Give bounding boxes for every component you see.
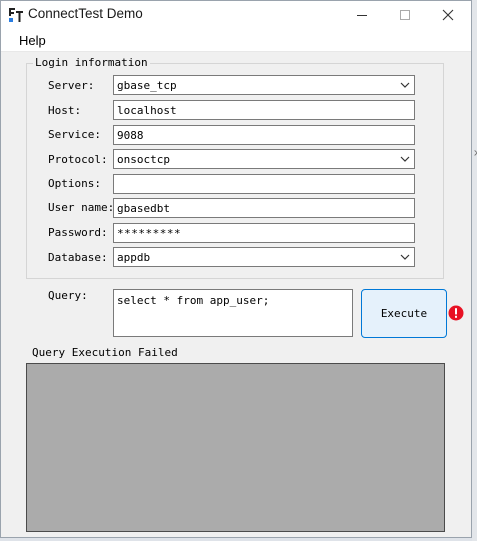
service-label: Service: (48, 128, 101, 141)
result-grid[interactable] (26, 363, 445, 532)
server-value: gbase_tcp (117, 79, 177, 92)
background-close-glyph: × (473, 148, 477, 159)
host-value: localhost (117, 104, 177, 117)
options-input[interactable] (113, 174, 415, 194)
menu-bar: Help (1, 29, 471, 52)
server-label: Server: (48, 79, 95, 92)
username-value: gbasedbt (117, 202, 170, 215)
app-window: ConnectTest Demo Help Login information … (0, 0, 472, 538)
execute-button[interactable]: Execute (361, 289, 447, 338)
protocol-combobox[interactable]: onsoctcp (113, 149, 415, 169)
chevron-down-icon (400, 82, 410, 88)
maximize-button[interactable] (384, 1, 426, 29)
maximize-icon (400, 10, 410, 20)
database-combobox[interactable]: appdb (113, 247, 415, 267)
chevron-down-icon (400, 156, 410, 162)
title-bar: ConnectTest Demo (1, 1, 471, 29)
host-input[interactable]: localhost (113, 100, 415, 120)
database-value: appdb (117, 251, 151, 264)
close-icon (442, 9, 454, 21)
protocol-label: Protocol: (48, 153, 108, 166)
username-input[interactable]: gbasedbt (113, 198, 415, 218)
execute-button-label: Execute (380, 307, 428, 320)
protocol-value: onsoctcp (117, 153, 170, 166)
chevron-down-icon (400, 254, 410, 260)
menu-help[interactable]: Help (19, 33, 46, 48)
close-button[interactable] (427, 1, 469, 29)
host-label: Host: (48, 104, 82, 117)
password-label: Password: (48, 226, 108, 239)
server-combobox[interactable]: gbase_tcp (113, 75, 415, 95)
window-title: ConnectTest Demo (28, 6, 143, 21)
query-text: select * from app_user; (117, 294, 270, 307)
password-input[interactable]: ********* (113, 223, 415, 243)
login-groupbox-legend: Login information (33, 56, 150, 69)
username-label: User name: (48, 201, 115, 214)
minimize-icon (357, 15, 367, 16)
error-icon (448, 305, 464, 321)
connect-app-icon (9, 8, 23, 22)
database-label: Database: (48, 251, 108, 264)
background-window-edge (472, 0, 477, 541)
options-label: Options: (48, 177, 101, 190)
service-value: 9088 (117, 129, 144, 142)
query-textarea[interactable]: select * from app_user; (113, 289, 353, 337)
query-label: Query: (48, 289, 88, 302)
service-input[interactable]: 9088 (113, 125, 415, 145)
password-value: ********* (117, 227, 182, 240)
minimize-button[interactable] (341, 1, 383, 29)
query-status-label: Query Execution Failed (32, 346, 178, 359)
